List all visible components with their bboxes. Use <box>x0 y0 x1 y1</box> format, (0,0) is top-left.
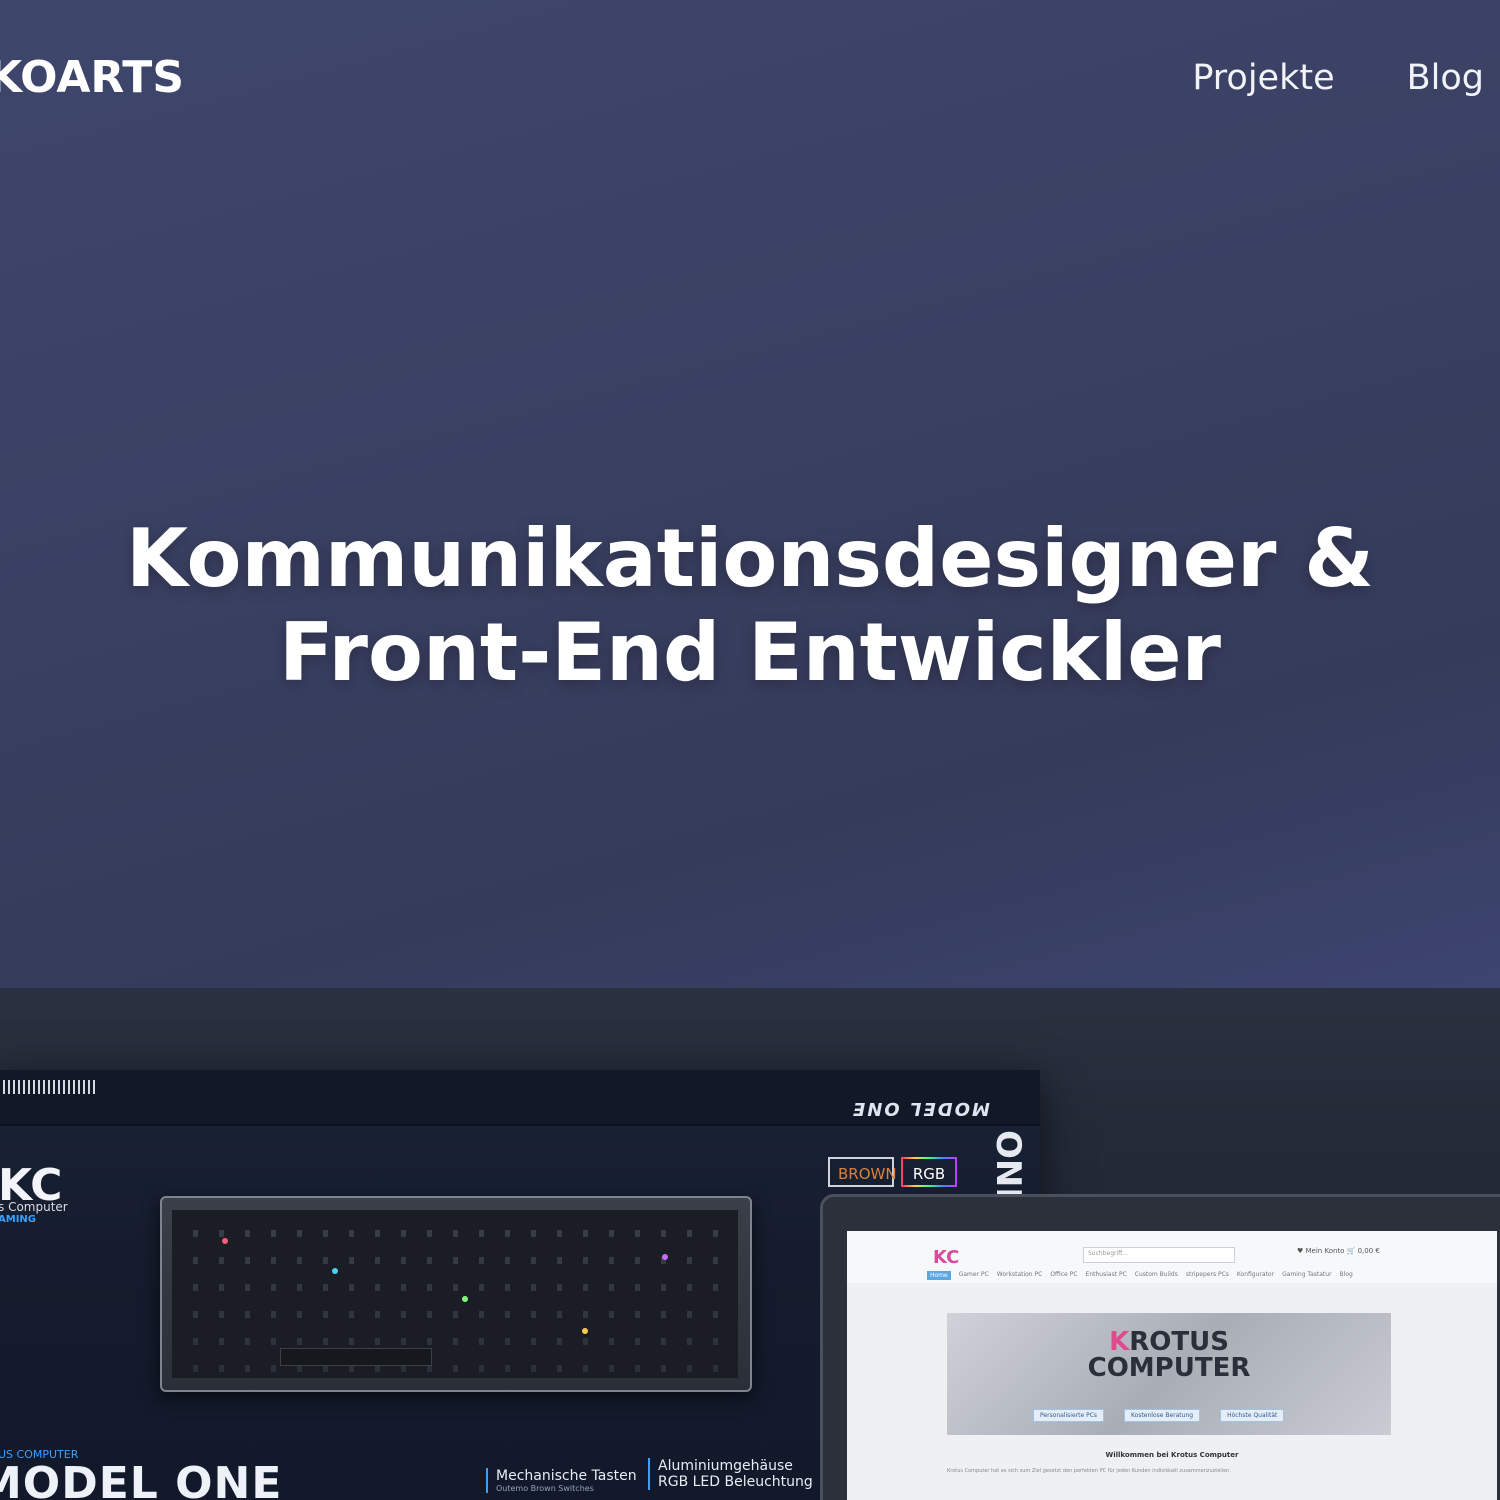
laptop-screen: KC Suchbegriff... ♥ Mein Konto 🛒 0,00 € … <box>847 1231 1497 1500</box>
site-welcome-heading: Willkommen bei Krotus Computer <box>1105 1451 1239 1459</box>
site-nav-item: Blog <box>1339 1271 1353 1278</box>
box-lid: MODEL ONE <box>0 1070 1040 1126</box>
site-welcome-copy: Krotus Computer hat es sich zum Ziel ges… <box>947 1468 1231 1474</box>
project-showcase-image[interactable]: MODEL ONE ONE KC s Computer AMING BROWN … <box>0 988 1500 1500</box>
laptop-mockup: KC Suchbegriff... ♥ Mein Konto 🛒 0,00 € … <box>820 1194 1500 1500</box>
barcode-graphic <box>0 1080 98 1094</box>
switch-tag-brown: BROWN <box>828 1157 897 1187</box>
banner-badge: Höchste Qualität <box>1220 1409 1285 1422</box>
switch-tag-rgb: RGB <box>901 1157 957 1187</box>
search-placeholder: Suchbegriff... <box>1088 1250 1129 1257</box>
site-nav-item: Konfigurator <box>1236 1271 1275 1278</box>
site-preview-logo: KC <box>933 1247 960 1268</box>
hero-section: KOARTS Projekte Blog Kommunikationsdesig… <box>0 0 1500 988</box>
brand-subtitle: s Computer <box>0 1200 68 1214</box>
keyboard-spacebar <box>280 1348 432 1366</box>
banner-title: KROTUS COMPUTER <box>947 1329 1391 1381</box>
brand-gaming-label: AMING <box>0 1214 36 1225</box>
site-nav-item: Enthusiast PC <box>1085 1271 1127 1278</box>
site-search-input: Suchbegriff... <box>1083 1247 1235 1263</box>
feature-subtitle: Outemo Brown Switches <box>496 1484 594 1493</box>
feature-subtitle: RGB LED Beleuchtung <box>658 1474 813 1490</box>
key-glow-dot <box>332 1268 338 1274</box>
site-header: KC Suchbegriff... ♥ Mein Konto 🛒 0,00 € … <box>847 1231 1497 1283</box>
main-nav: Projekte Blog <box>1192 58 1484 98</box>
site-nav-item: Office PC <box>1050 1271 1078 1278</box>
site-nav-item: Gamer PC <box>958 1271 989 1278</box>
key-glow-dot <box>222 1238 228 1244</box>
hero-headline-line2: Front-End Entwickler <box>279 606 1221 699</box>
nav-link-blog[interactable]: Blog <box>1407 58 1484 98</box>
site-nav-item: Gaming Tastatur <box>1282 1271 1332 1278</box>
feature-mechanical: Mechanische Tasten Outemo Brown Switches <box>486 1468 637 1493</box>
key-glow-dot <box>582 1328 588 1334</box>
site-preview-nav: Home Gamer PC Workstation PC Office PC E… <box>927 1271 1353 1280</box>
lid-title: MODEL ONE <box>851 1098 990 1119</box>
site-nav-item: Home <box>927 1271 951 1280</box>
site-nav-item: Custom Builds <box>1134 1271 1178 1278</box>
banner-line2: COMPUTER <box>1087 1353 1251 1383</box>
site-nav-item: Workstation PC <box>996 1271 1043 1278</box>
nav-link-projekte[interactable]: Projekte <box>1192 58 1334 98</box>
feature-title: Mechanische Tasten <box>496 1468 637 1484</box>
site-nav-item: stripepers PCs <box>1185 1271 1229 1278</box>
feature-title: Aluminiumgehäuse <box>658 1458 793 1474</box>
site-logo[interactable]: KOARTS <box>0 52 184 103</box>
key-glow-dot <box>462 1296 468 1302</box>
banner-badge: Personalisierte PCs <box>1033 1409 1105 1422</box>
site-banner: KROTUS COMPUTER Personalisierte PCs Kost… <box>947 1313 1391 1435</box>
banner-badge: Kostenlose Beratung <box>1124 1409 1201 1422</box>
site-header-icons: ♥ Mein Konto 🛒 0,00 € <box>1297 1247 1380 1255</box>
banner-badges: Personalisierte PCs Kostenlose Beratung … <box>1033 1409 1285 1422</box>
hero-headline-line1: Kommunikationsdesigner & <box>125 512 1375 605</box>
hero-headline: Kommunikationsdesigner & Front-End Entwi… <box>0 512 1500 700</box>
keyboard-keys <box>172 1210 738 1378</box>
feature-aluminium: Aluminiumgehäuse RGB LED Beleuchtung <box>648 1458 813 1490</box>
keyboard-image <box>160 1196 752 1392</box>
key-glow-dot <box>662 1254 668 1260</box>
box-model-name: MODEL ONE <box>0 1458 283 1500</box>
